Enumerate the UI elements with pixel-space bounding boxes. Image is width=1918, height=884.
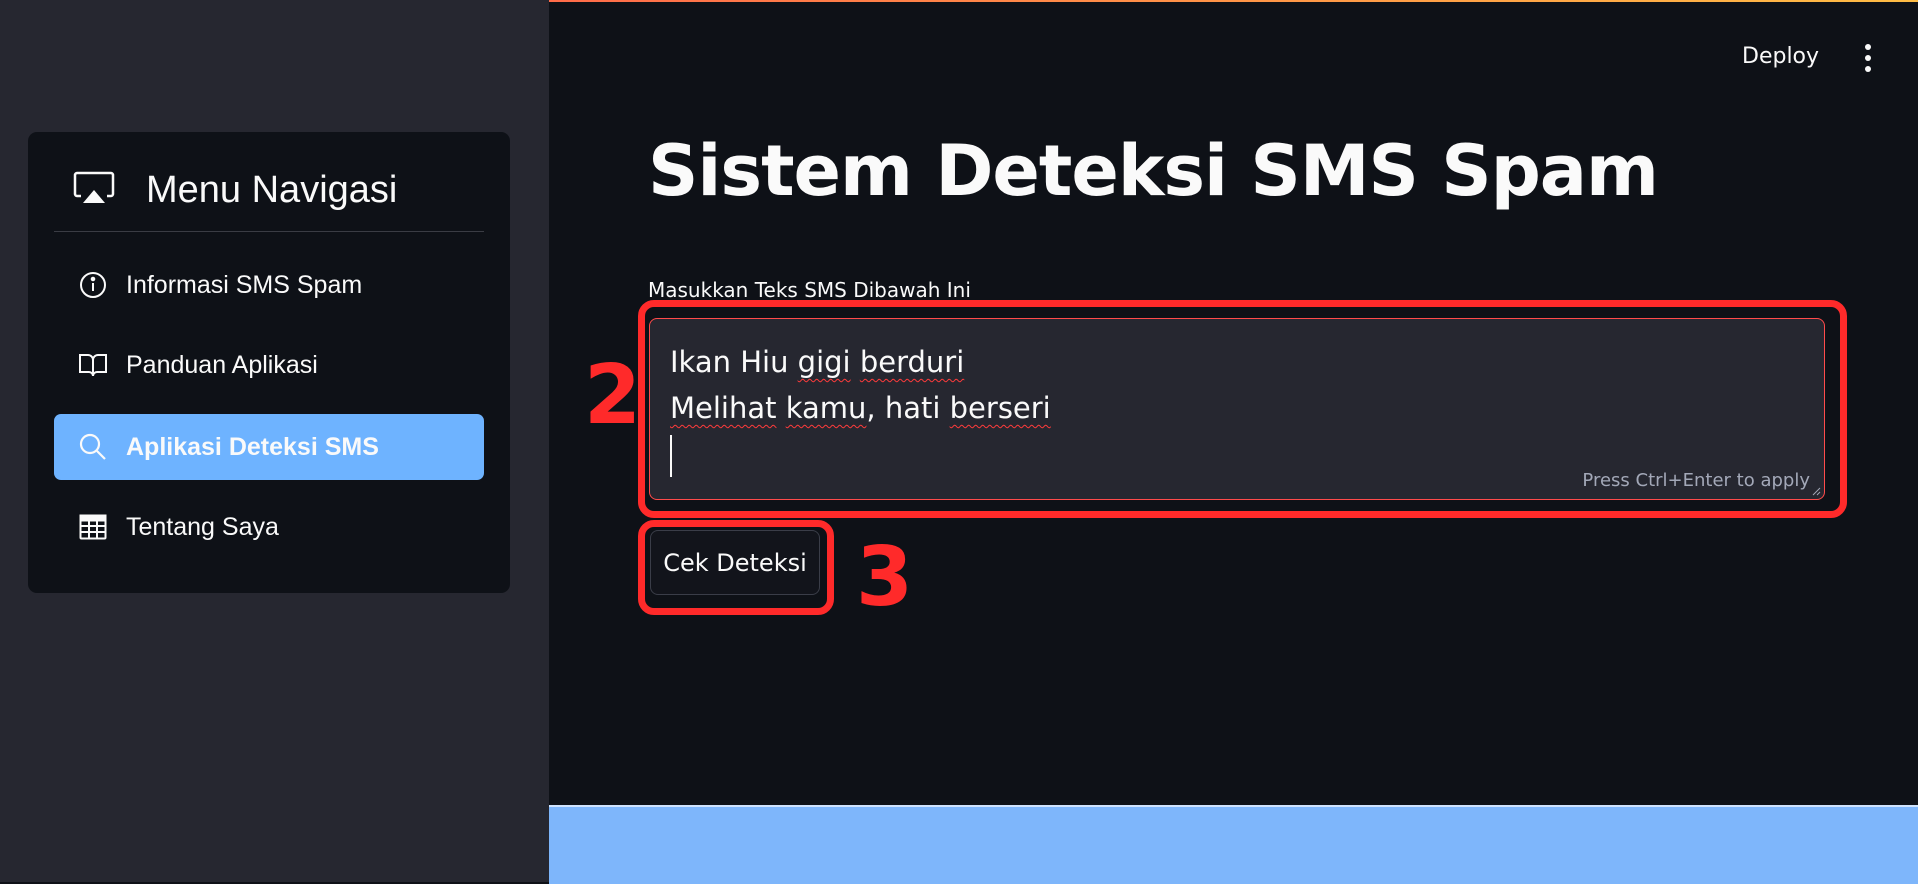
table-icon (78, 512, 108, 542)
nav-header: Menu Navigasi (72, 162, 492, 218)
airplay-icon (72, 170, 116, 211)
sidebar-item-label: Tentang Saya (126, 512, 279, 541)
annotation-label-2: 2 (584, 348, 642, 443)
annotation-label-3: 3 (856, 530, 914, 625)
sidebar-item-aplikasi-deteksi-sms[interactable]: Aplikasi Deteksi SMS (54, 414, 484, 480)
book-open-icon (78, 350, 108, 380)
sidebar-item-tentang-saya[interactable]: Tentang Saya (54, 494, 484, 560)
sidebar-item-label: Panduan Aplikasi (126, 350, 318, 379)
nav-divider (54, 231, 484, 232)
sms-input-label: Masukkan Teks SMS Dibawah Ini (648, 278, 971, 302)
navigation-menu: Menu Navigasi Informasi SMS Spam Panduan… (28, 132, 510, 593)
sidebar-item-label: Aplikasi Deteksi SMS (126, 432, 379, 461)
sidebar-item-panduan-aplikasi[interactable]: Panduan Aplikasi (54, 332, 484, 398)
annotation-box-2 (638, 300, 1847, 518)
sidebar: Menu Navigasi Informasi SMS Spam Panduan… (0, 0, 549, 882)
deploy-button[interactable]: Deploy (1742, 44, 1819, 69)
nav-title: Menu Navigasi (146, 168, 398, 211)
sidebar-item-informasi-sms-spam[interactable]: Informasi SMS Spam (54, 252, 484, 318)
page-title: Sistem Deteksi SMS Spam (648, 130, 1659, 212)
bottom-banner (549, 805, 1918, 884)
search-icon (78, 432, 108, 462)
sidebar-item-label: Informasi SMS Spam (126, 270, 363, 299)
annotation-box-3 (638, 520, 834, 615)
info-circle-icon (78, 270, 108, 300)
kebab-menu-icon[interactable] (1860, 44, 1876, 72)
